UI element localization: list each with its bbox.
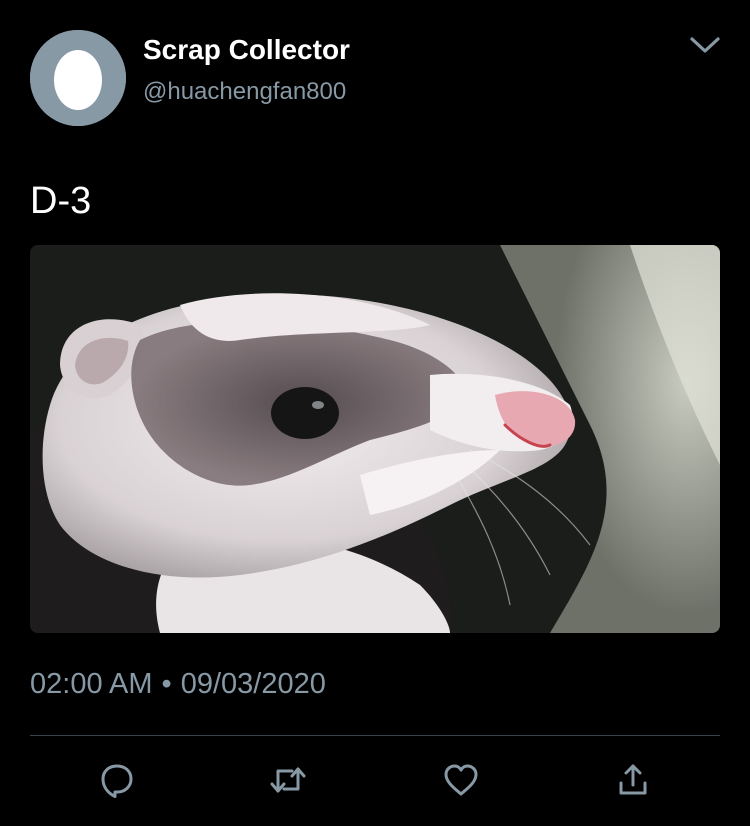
retweet-button[interactable] [268, 760, 308, 800]
reply-button[interactable] [97, 760, 137, 800]
tweet-timestamp[interactable]: 02:00 AM • 09/03/2020 [30, 668, 326, 701]
avatar[interactable] [30, 30, 126, 126]
tweet-card: Scrap Collector @huachengfan800 D-3 02:0… [0, 0, 750, 826]
chevron-down-icon [690, 37, 720, 53]
timestamp-separator: • [161, 668, 172, 700]
tweet-time: 02:00 AM [30, 668, 153, 700]
divider [30, 735, 720, 736]
reply-icon [101, 764, 133, 798]
tweet-menu-button[interactable] [688, 30, 722, 60]
author-display-name[interactable]: Scrap Collector [143, 34, 350, 66]
author-handle[interactable]: @huachengfan800 [143, 78, 346, 106]
share-button[interactable] [613, 760, 653, 800]
like-button[interactable] [441, 760, 481, 800]
like-icon [444, 764, 478, 796]
tweet-text: D-3 [30, 180, 92, 222]
egg-avatar-icon [30, 30, 126, 126]
share-icon [619, 764, 647, 795]
ferret-photo [30, 245, 720, 633]
tweet-date: 09/03/2020 [180, 668, 326, 700]
retweet-icon [270, 767, 306, 793]
tweet-photo[interactable] [30, 245, 720, 633]
